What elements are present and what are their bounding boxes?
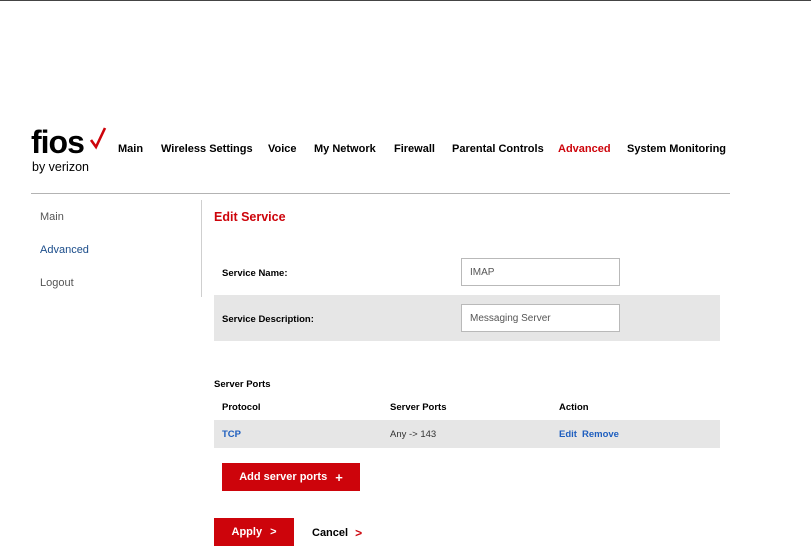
top-border	[0, 0, 811, 1]
page-title: Edit Service	[214, 210, 286, 224]
nav-item-firewall[interactable]: Firewall	[394, 143, 435, 155]
apply-button[interactable]: Apply >	[214, 518, 294, 546]
nav-item-main[interactable]: Main	[118, 143, 143, 155]
server-ports-cell: Any -> 143	[390, 429, 437, 440]
checkmark-icon	[89, 127, 107, 150]
remove-link[interactable]: Remove	[582, 429, 619, 440]
add-server-ports-label: Add server ports	[239, 471, 328, 483]
column-header-protocol: Protocol	[222, 402, 261, 413]
service-description-label: Service Description:	[222, 314, 314, 325]
service-description-input[interactable]	[461, 304, 620, 332]
edit-link[interactable]: Edit	[559, 429, 577, 440]
logo-tagline: by verizon	[32, 160, 89, 174]
column-header-action: Action	[559, 402, 589, 413]
sidebar-item-advanced[interactable]: Advanced	[40, 244, 89, 256]
service-name-input[interactable]	[461, 258, 620, 286]
nav-item-my-network[interactable]: My Network	[314, 143, 376, 155]
server-ports-heading: Server Ports	[214, 379, 271, 390]
sidebar: Main Advanced Logout	[31, 200, 202, 297]
service-description-row: Service Description:	[214, 295, 720, 341]
sidebar-item-main[interactable]: Main	[40, 211, 64, 223]
fios-logo[interactable]: fios by verizon	[31, 124, 107, 176]
apply-label: Apply	[231, 526, 263, 538]
logo-wordmark: fios	[31, 124, 85, 160]
plus-icon: +	[335, 469, 343, 485]
nav-item-parental-controls[interactable]: Parental Controls	[452, 143, 544, 155]
nav-item-advanced[interactable]: Advanced	[558, 143, 611, 155]
sidebar-item-logout[interactable]: Logout	[40, 277, 74, 289]
table-row: TCP Any -> 143 Edit Remove	[214, 420, 720, 448]
cancel-button[interactable]: Cancel >	[312, 526, 362, 540]
nav-item-voice[interactable]: Voice	[268, 143, 297, 155]
cancel-label: Cancel	[312, 527, 349, 539]
nav-item-wireless-settings[interactable]: Wireless Settings	[161, 143, 253, 155]
service-name-label: Service Name:	[222, 268, 288, 279]
header-divider	[31, 193, 730, 194]
nav-item-system-monitoring[interactable]: System Monitoring	[627, 143, 726, 155]
chevron-right-icon: >	[270, 526, 277, 538]
add-server-ports-button[interactable]: Add server ports +	[222, 463, 360, 491]
service-name-row: Service Name:	[214, 256, 720, 289]
protocol-cell[interactable]: TCP	[222, 429, 241, 440]
column-header-server-ports: Server Ports	[390, 402, 447, 413]
chevron-right-icon: >	[355, 526, 363, 540]
